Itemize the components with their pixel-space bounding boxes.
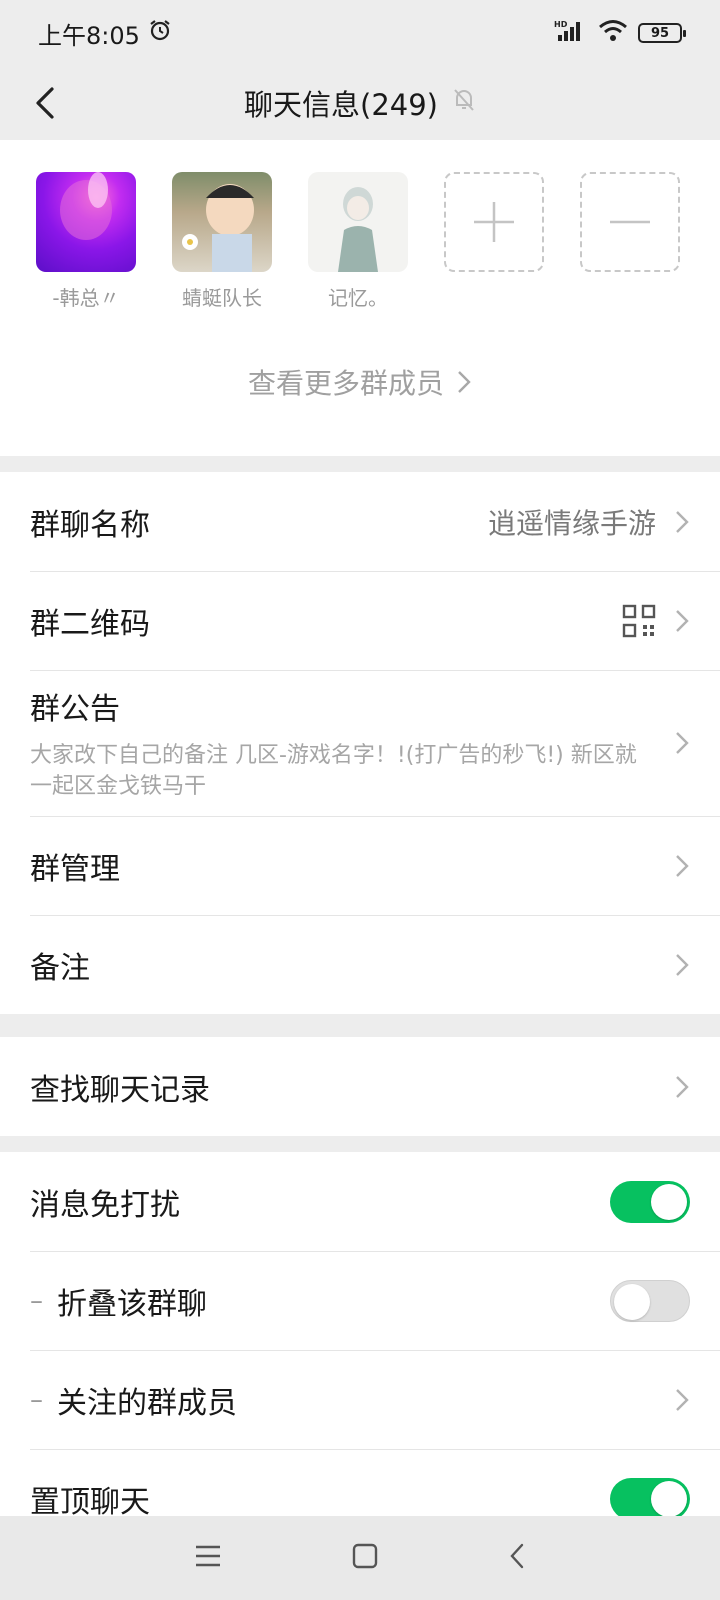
nav-bar: 聊天信息(249) — [0, 66, 720, 140]
pin-label: 置顶聊天 — [30, 1484, 150, 1517]
signal-icon: HD — [554, 19, 588, 47]
menu-icon — [196, 1545, 220, 1567]
group-notice-row[interactable]: 群公告 大家改下自己的备注 几区-游戏名字！!(打广告的秒飞!) 新区就一起区金… — [0, 670, 720, 816]
followed-members-row[interactable]: – 关注的群成员 — [0, 1350, 720, 1449]
search-history-label: 查找聊天记录 — [30, 1072, 210, 1108]
remove-member-button[interactable] — [580, 172, 680, 272]
home-button[interactable] — [352, 1543, 378, 1573]
system-nav-bar — [0, 1516, 720, 1600]
chevron-right-icon — [676, 854, 689, 877]
group-manage-row[interactable]: 群管理 — [0, 816, 720, 915]
group-name-label: 群聊名称 — [30, 507, 150, 543]
group-manage-label: 群管理 — [30, 851, 120, 887]
status-bar: 上午8:05 HD 95 — [0, 0, 720, 66]
view-more-label: 查看更多群成员 — [247, 367, 444, 400]
minus-icon — [610, 220, 650, 224]
back-button[interactable] — [20, 78, 70, 128]
svg-text:HD: HD — [554, 20, 568, 29]
members-section: -韩总〃 蜻蜓队长 记忆。 查看更多群成员 — [0, 140, 720, 456]
search-history-row[interactable]: 查找聊天记录 — [0, 1037, 720, 1136]
fold-toggle[interactable] — [610, 1279, 690, 1322]
view-more-members-link[interactable]: 查看更多群成员 — [0, 362, 720, 402]
back-arrow-icon — [36, 87, 54, 119]
alarm-icon — [148, 18, 172, 48]
chevron-right-icon — [676, 1388, 689, 1411]
member-name: 蜻蜓队长 — [182, 286, 262, 310]
menu-button[interactable] — [194, 1543, 222, 1573]
chevron-right-icon — [676, 732, 689, 754]
toggle-knob — [651, 1183, 687, 1220]
member-item[interactable]: -韩总〃 — [36, 172, 136, 311]
add-member-button[interactable] — [444, 172, 544, 272]
mute-toggle[interactable] — [610, 1180, 690, 1223]
fold-row: – 折叠该群聊 — [0, 1251, 720, 1350]
wifi-icon — [598, 19, 628, 47]
group-notice-label: 群公告 — [30, 692, 120, 727]
remark-row[interactable]: 备注 — [0, 915, 720, 1014]
member-item[interactable]: 记忆。 — [308, 172, 408, 311]
toggle-knob — [651, 1480, 687, 1516]
group-notice-text: 大家改下自己的备注 几区-游戏名字！!(打广告的秒飞!) 新区就一起区金戈铁马干 — [30, 743, 637, 799]
chevron-right-icon — [676, 953, 689, 976]
group-qr-label: 群二维码 — [30, 606, 150, 642]
system-back-button[interactable] — [508, 1542, 526, 1574]
toggle-section: 消息免打扰 – 折叠该群聊 – 关注的群成员 置顶聊天 — [0, 1152, 720, 1516]
status-time: 上午8:05 — [38, 21, 140, 50]
group-name-row[interactable]: 群聊名称 逍遥情缘手游 — [0, 472, 720, 571]
chevron-right-icon — [458, 371, 471, 393]
battery-icon: 95 — [638, 23, 686, 43]
avatar — [308, 172, 408, 272]
chevron-right-icon — [676, 1075, 689, 1098]
group-name-value: 逍遥情缘手游 — [487, 506, 656, 540]
followed-members-label: 关注的群成员 — [57, 1385, 237, 1421]
chevron-right-icon — [676, 510, 689, 533]
dash-icon: – — [30, 1384, 43, 1415]
pin-toggle[interactable] — [610, 1477, 690, 1516]
home-icon — [352, 1543, 378, 1569]
mute-label: 消息免打扰 — [30, 1187, 180, 1223]
member-item[interactable]: 蜻蜓队长 — [172, 172, 272, 311]
qr-code-icon — [622, 604, 656, 637]
back-arrow-icon — [510, 1543, 524, 1569]
group-qr-row[interactable]: 群二维码 — [0, 571, 720, 670]
member-name: 记忆。 — [328, 286, 388, 310]
pin-row: 置顶聊天 — [0, 1449, 720, 1516]
remark-label: 备注 — [30, 950, 90, 986]
mute-row: 消息免打扰 — [0, 1152, 720, 1251]
group-info-section: 群聊名称 逍遥情缘手游 群二维码 群公告 大家改下自己的备注 几区-游戏名字！!… — [0, 472, 720, 1014]
toggle-knob — [614, 1283, 650, 1320]
avatar — [172, 172, 272, 272]
search-section: 查找聊天记录 — [0, 1037, 720, 1136]
plus-icon — [474, 202, 514, 242]
dash-icon: – — [30, 1285, 43, 1316]
fold-label: 折叠该群聊 — [57, 1286, 207, 1322]
chevron-right-icon — [676, 609, 689, 632]
mute-bell-icon — [452, 86, 476, 120]
member-name: -韩总〃 — [52, 286, 120, 310]
avatar — [36, 172, 136, 272]
page-title: 聊天信息(249) — [244, 88, 438, 122]
